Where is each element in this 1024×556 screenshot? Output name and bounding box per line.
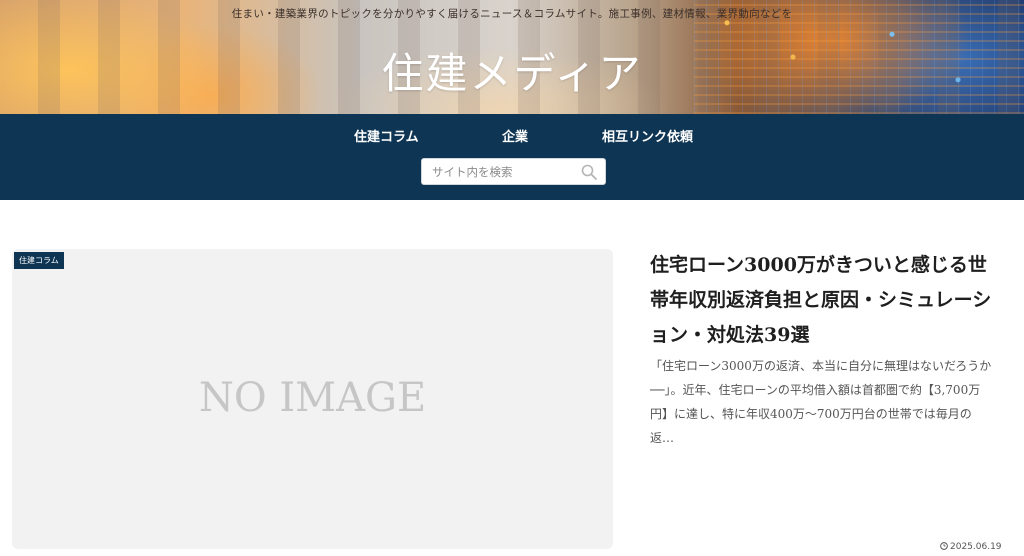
date-text: 2025.06.19 — [950, 542, 1002, 552]
main-nav: 住建コラム 企業 相互リンク依頼 — [0, 114, 1024, 200]
nav-item-column[interactable]: 住建コラム — [354, 126, 419, 145]
search-box — [421, 158, 606, 185]
category-badge[interactable]: 住建コラム — [14, 252, 64, 269]
nav-item-company[interactable]: 企業 — [502, 126, 528, 145]
site-tagline: 住まい・建築業界のトピックを分かりやすく届けるニュース＆コラムサイト。施工事例、… — [231, 8, 793, 20]
site-logo[interactable]: 住建メディア — [0, 40, 1024, 101]
nav-item-link-request[interactable]: 相互リンク依頼 — [602, 126, 693, 145]
article-date: 2025.06.19 — [940, 542, 1002, 552]
article-thumbnail[interactable]: NO IMAGE — [12, 249, 613, 549]
clock-icon — [940, 542, 948, 550]
article-excerpt: 「住宅ローン3000万の返済、本当に自分に無理はないだろうか──」。近年、住宅ロ… — [650, 359, 992, 445]
search-icon[interactable] — [581, 164, 597, 180]
no-image-text: NO IMAGE — [198, 375, 427, 421]
search-input[interactable] — [422, 159, 572, 184]
article-title[interactable]: 住宅ローン3000万がきついと感じる世帯年収別返済負担と原因・シミュレーション・… — [650, 248, 1000, 353]
